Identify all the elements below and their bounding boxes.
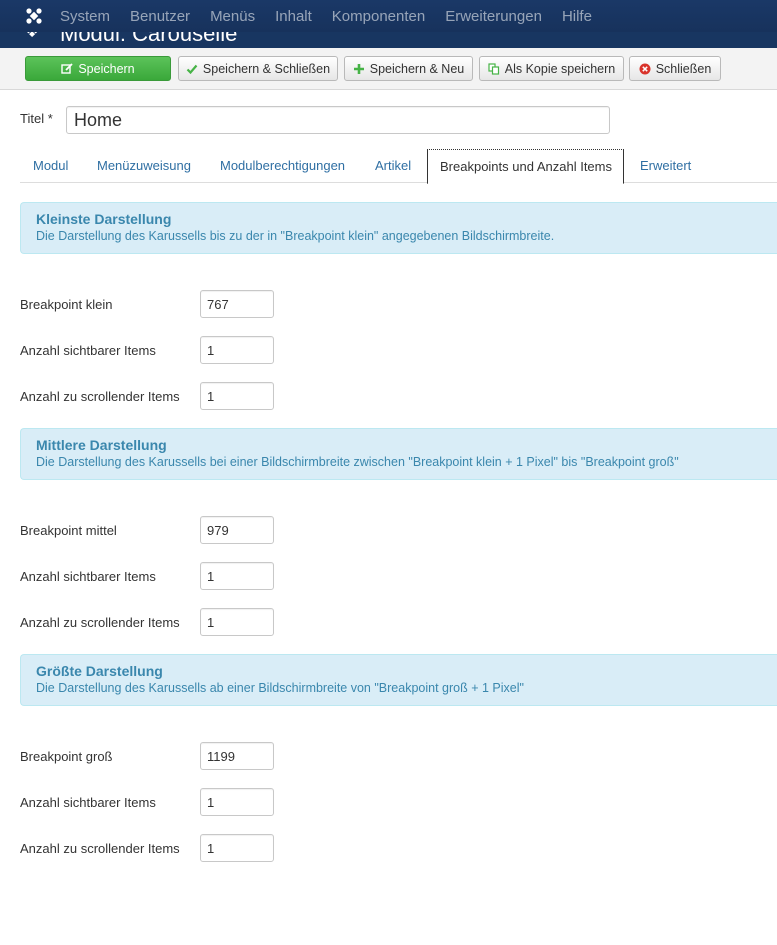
section-small-info: Kleinste Darstellung Die Darstellung des… (20, 202, 777, 254)
breakpoint-medium-label: Breakpoint mittel (20, 523, 117, 538)
plus-icon (353, 63, 365, 75)
edit-icon (61, 62, 73, 75)
tab-artikel[interactable]: Artikel (375, 149, 411, 183)
toolbar: Speichern Speichern & Schließen Speicher… (0, 48, 777, 90)
nav-item-hilfe[interactable]: Hilfe (562, 8, 592, 25)
title-label: Titel * (20, 111, 53, 126)
section-medium-info: Mittlere Darstellung Die Darstellung des… (20, 428, 777, 480)
nav-item-benutzer[interactable]: Benutzer (130, 8, 190, 25)
save-close-button[interactable]: Speichern & Schließen (178, 56, 338, 81)
nav-item-inhalt[interactable]: Inhalt (275, 8, 312, 25)
close-button-label: Schließen (655, 61, 712, 76)
nav-item-erweiterungen[interactable]: Erweiterungen (445, 8, 542, 25)
section-heading: Kleinste Darstellung (36, 211, 172, 227)
scroll-items-small-input[interactable] (200, 382, 274, 410)
nav-item-menus[interactable]: Menüs (210, 8, 255, 25)
tab-menuzuweisung[interactable]: Menüzuweisung (97, 149, 191, 183)
tab-breakpoints[interactable]: Breakpoints und Anzahl Items (427, 149, 624, 184)
scroll-items-medium-label: Anzahl zu scrollender Items (20, 615, 180, 630)
section-large-info: Größte Darstellung Die Darstellung des K… (20, 654, 777, 706)
breakpoint-small-label: Breakpoint klein (20, 297, 113, 312)
visible-items-medium-label: Anzahl sichtbarer Items (20, 569, 156, 584)
scroll-items-large-input[interactable] (200, 834, 274, 862)
tab-modul[interactable]: Modul (33, 149, 68, 183)
cube-icon: ❖ (24, 32, 40, 42)
save-close-button-label: Speichern & Schließen (202, 61, 331, 76)
page-header: ❖ Modul: Carouselle (0, 32, 777, 48)
title-input[interactable] (66, 106, 610, 134)
visible-items-large-label: Anzahl sichtbarer Items (20, 795, 156, 810)
breakpoint-medium-input[interactable] (200, 516, 274, 544)
tab-bar: Modul Menüzuweisung Modulberechtigungen … (20, 149, 777, 184)
save-button[interactable]: Speichern (25, 56, 171, 81)
scroll-items-medium-input[interactable] (200, 608, 274, 636)
save-new-button-label: Speichern & Neu (369, 61, 465, 76)
nav-item-komponenten[interactable]: Komponenten (332, 8, 425, 25)
save-copy-button-label: Als Kopie speichern (504, 61, 616, 76)
visible-items-medium-input[interactable] (200, 562, 274, 590)
close-button[interactable]: Schließen (629, 56, 721, 81)
breakpoint-large-label: Breakpoint groß (20, 749, 113, 764)
visible-items-small-label: Anzahl sichtbarer Items (20, 343, 156, 358)
scroll-items-small-label: Anzahl zu scrollender Items (20, 389, 180, 404)
breakpoint-small-input[interactable] (200, 290, 274, 318)
save-button-label: Speichern (78, 61, 135, 76)
joomla-logo-icon[interactable] (22, 4, 46, 28)
section-heading: Größte Darstellung (36, 663, 163, 679)
section-description: Die Darstellung des Karussells bei einer… (36, 455, 679, 469)
save-copy-button[interactable]: Als Kopie speichern (479, 56, 624, 81)
section-description: Die Darstellung des Karussells bis zu de… (36, 229, 555, 243)
visible-items-large-input[interactable] (200, 788, 274, 816)
save-new-button[interactable]: Speichern & Neu (344, 56, 473, 81)
breakpoint-large-input[interactable] (200, 742, 274, 770)
nav-item-system[interactable]: System (60, 8, 110, 25)
section-description: Die Darstellung des Karussells ab einer … (36, 681, 524, 695)
checkmark-icon (186, 63, 198, 75)
close-circle-icon (639, 63, 651, 75)
scroll-items-large-label: Anzahl zu scrollender Items (20, 841, 180, 856)
section-heading: Mittlere Darstellung (36, 437, 167, 453)
tab-erweitert[interactable]: Erweitert (640, 149, 691, 183)
visible-items-small-input[interactable] (200, 336, 274, 364)
copy-icon (488, 62, 500, 75)
top-navigation-bar: System Benutzer Menüs Inhalt Komponenten… (0, 0, 777, 32)
page-title: Modul: Carouselle (60, 32, 238, 46)
tab-modulberechtigungen[interactable]: Modulberechtigungen (220, 149, 345, 183)
